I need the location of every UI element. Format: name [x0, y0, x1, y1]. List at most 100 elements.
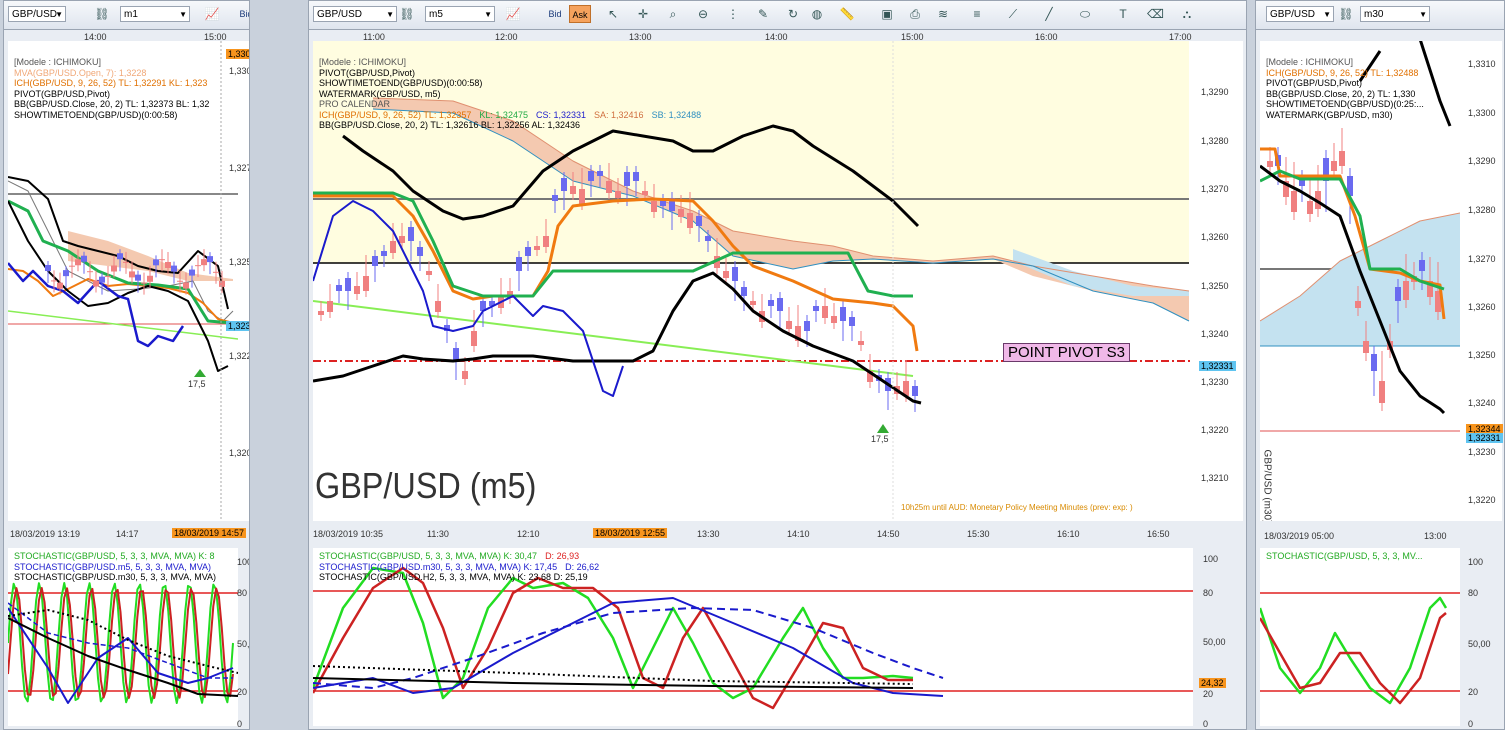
candle — [129, 271, 135, 278]
legend-entry: STOCHASTIC(GBP/USD.m5, 5, 3, 3, MVA, MVA… — [14, 561, 212, 572]
image-icon[interactable]: ▣ — [879, 6, 895, 22]
mid-price-chart[interactable]: [Modele : ICHIMOKU] PIVOT(GBP/USD,Pivot) S… — [313, 41, 1193, 521]
mid-ask-button[interactable]: Ask — [569, 5, 591, 23]
right-symbol-label: GBP/USD — [1270, 9, 1316, 20]
candle — [159, 259, 165, 261]
candle — [87, 271, 93, 273]
candle — [177, 280, 183, 282]
right-price-chart[interactable]: [Modele : ICHIMOKU] ICH(GBP/USD, 9, 26, 5… — [1260, 41, 1460, 521]
candle — [723, 271, 729, 278]
zoom-out-icon[interactable]: ⊖ — [695, 6, 711, 22]
trendline-icon[interactable]: ⟋ — [1005, 6, 1021, 22]
note-icon[interactable]: ✎ — [755, 6, 771, 22]
legend-entry: STOCHASTIC(GBP/USD.m30, 5, 3, 3, MVA, MV… — [319, 561, 558, 572]
candle — [165, 261, 171, 268]
left-price-tick: 1,3275 — [229, 163, 249, 173]
text-icon[interactable]: T — [1115, 6, 1131, 22]
candle — [189, 269, 195, 276]
candle — [786, 321, 792, 329]
right-stoch-tick: 0 — [1468, 719, 1474, 729]
right-price-tick: 1,3250 — [1468, 350, 1496, 360]
left-timeframe-select[interactable]: m1 ▼ — [120, 6, 190, 22]
network-icon[interactable]: ⛬ — [1179, 6, 1195, 22]
ellipse-icon[interactable]: ⬭ — [1077, 6, 1093, 22]
mid-bid-button[interactable]: Bid — [545, 5, 565, 23]
ruler-icon[interactable]: 📏 — [839, 6, 855, 22]
candle — [561, 178, 567, 191]
left-time-bottom-1: 18/03/2019 13:19 — [10, 529, 81, 539]
indicator-icon[interactable]: 📈 — [204, 6, 220, 22]
legend-entry: BB(GBP/USD.Close, 20, 2) TL: 1,330 — [1266, 88, 1416, 99]
candle — [426, 271, 432, 275]
crosshair-icon[interactable]: ✛ — [635, 6, 651, 22]
right-price-tick: 1,3230 — [1468, 447, 1496, 457]
right-price-tag-current: 1,32331 — [1466, 433, 1503, 443]
right-stoch-tick: 20 — [1468, 687, 1479, 697]
mid-price-tick: 1,3240 — [1201, 329, 1229, 339]
candle — [105, 275, 111, 277]
legend-entry: CS: 1,32331 — [535, 110, 587, 120]
horizontal-line-icon[interactable]: ≡ — [969, 6, 985, 22]
right-watermark: GBP/USD (m30) — [1261, 449, 1273, 521]
globe-icon[interactable]: ◍ — [809, 6, 825, 22]
left-symbol-select[interactable]: GBP/USD ▼ — [8, 6, 66, 22]
candle — [345, 278, 351, 291]
candle — [201, 259, 207, 266]
right-stoch-chart[interactable]: STOCHASTIC(GBP/USD, 5, 3, 3, MV... — [1260, 548, 1460, 726]
candle — [822, 306, 828, 318]
right-chart-window: GBP/USD ▼ ⛓ m30 ▼ [Modele : ICHIMOKU] ICH(G… — [1255, 0, 1505, 730]
candle — [51, 280, 57, 282]
mid-arrow-label: 17,5 — [871, 434, 889, 444]
eraser-icon[interactable]: ⌫ — [1147, 6, 1164, 22]
zoom-icon[interactable]: ⌕ — [665, 6, 681, 22]
mid-timeframe-select[interactable]: m5 ▼ — [425, 6, 495, 22]
right-toolbar: GBP/USD ▼ ⛓ m30 ▼ — [1256, 1, 1504, 30]
candle — [642, 191, 648, 195]
mid-price-tick: 1,3280 — [1201, 136, 1229, 146]
left-price-chart[interactable]: [Modele : ICHIMOKU] MVA(GBP/USD.Open, 7):… — [8, 41, 238, 521]
candle — [777, 298, 783, 311]
vertical-line-icon[interactable]: ⋮ — [725, 6, 741, 22]
candle — [183, 282, 189, 289]
right-timeframe-select[interactable]: m30 ▼ — [1360, 6, 1430, 22]
candle — [111, 265, 117, 272]
right-symbol-select[interactable]: GBP/USD ▼ — [1266, 6, 1334, 22]
mid-stoch-tick: 50,00 — [1203, 637, 1226, 647]
candle — [606, 181, 612, 193]
candle — [207, 256, 213, 263]
link-icon[interactable]: ⛓ — [399, 6, 415, 22]
mid-time-bottom: 14:10 — [787, 529, 810, 539]
left-stoch-chart[interactable]: STOCHASTIC(GBP/USD, 5, 3, 3, MVA, MVA) K… — [8, 548, 238, 726]
indicator-icon[interactable]: 📈 — [505, 6, 521, 22]
left-arrow-label: 17,5 — [188, 379, 206, 389]
right-price-tick: 1,3300 — [1468, 108, 1496, 118]
candle — [390, 241, 396, 253]
candle — [147, 275, 153, 282]
pencil-icon[interactable]: ╱ — [1041, 6, 1057, 22]
cursor-icon[interactable]: ↖ — [605, 6, 621, 22]
candle — [912, 386, 918, 396]
left-bid-button[interactable]: Bid — [236, 5, 249, 23]
legend-row: STOCHASTIC(GBP/USD.m30, 5, 3, 3, MVA, MV… — [319, 562, 607, 573]
legend-entry: STOCHASTIC(GBP/USD, 5, 3, 3, MVA, MVA) K… — [319, 551, 538, 561]
candle — [195, 265, 201, 267]
mid-symbol-select[interactable]: GBP/USD ▼ — [313, 6, 397, 22]
left-toolbar: GBP/USD▼ ⛓ m1▼ 📈 Bid — [4, 1, 249, 30]
right-time-bottom: 13:00 — [1424, 531, 1447, 541]
print-icon[interactable]: ⎙ — [907, 6, 923, 22]
link-icon[interactable]: ⛓ — [1338, 6, 1354, 22]
fibonacci-icon[interactable]: ≋ — [935, 6, 951, 22]
refresh-icon[interactable]: ↻ — [785, 6, 801, 22]
candle — [381, 251, 387, 256]
candle — [813, 306, 819, 311]
link-icon[interactable]: ⛓ — [94, 6, 110, 22]
candle — [417, 247, 423, 256]
legend-entry: [Modele : ICHIMOKU] — [319, 57, 407, 67]
candle — [687, 213, 693, 228]
legend-entry: BB(GBP/USD.Close, 20, 2) TL: 1,32373 BL:… — [14, 99, 210, 110]
candle — [615, 191, 621, 198]
legend-row: STOCHASTIC(GBP/USD.H2, 5, 3, 3, MVA, MVA… — [319, 572, 607, 583]
chevron-down-icon: ▼ — [484, 10, 492, 19]
mid-stoch-chart[interactable]: STOCHASTIC(GBP/USD, 5, 3, 3, MVA, MVA) K… — [313, 548, 1193, 726]
candle — [741, 287, 747, 296]
